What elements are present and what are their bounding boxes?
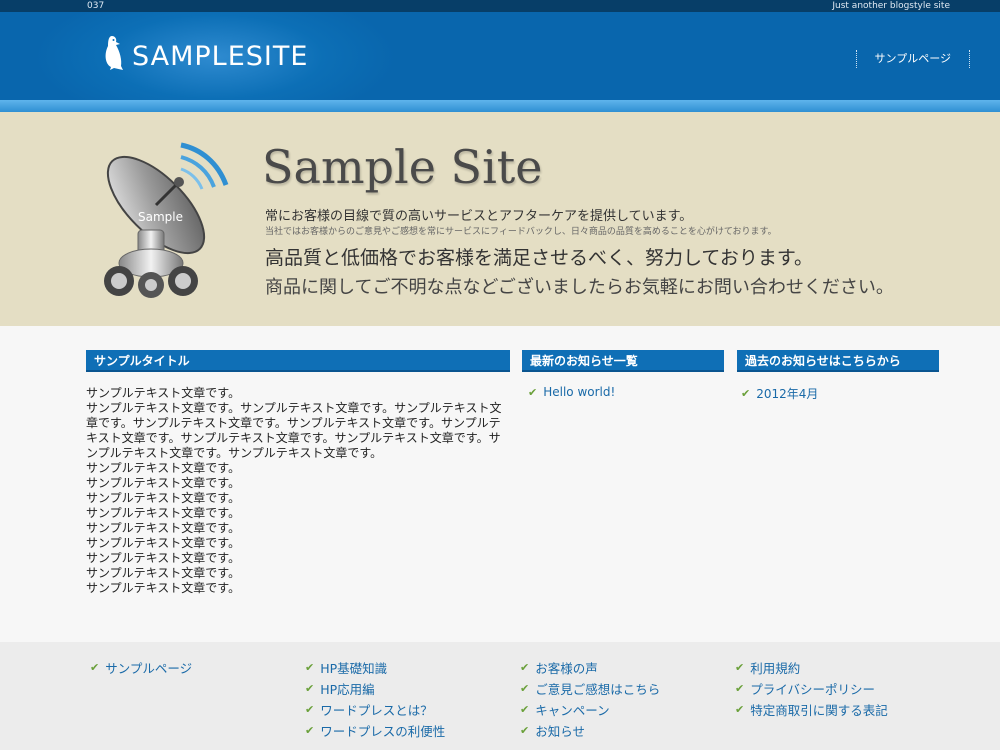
footer-links-col2: ✔ HP基礎知識 ✔ HP応用編 ✔ ワードプレスとは？ ✔ ワードプレスの利便性 [305,657,445,741]
footer-link[interactable]: ✔ お知らせ [520,720,660,741]
hero-text-4: 商品に関してご不明な点などございましたらお気軽にお問い合わせください。 [265,277,894,298]
footer-link-label[interactable]: サンプルページ [105,658,192,677]
col1-heading: サンプルタイトル [86,350,510,372]
check-icon: ✔ [528,385,538,399]
footer-link[interactable]: ✔ 特定商取引に関する表記 [735,699,888,720]
archive-list: ✔ 2012年4月 [741,385,818,402]
check-icon: ✔ [305,661,315,674]
latest-news-list: ✔ Hello world! [528,385,615,399]
header-band [0,100,1000,112]
hero-title: Sample Site [262,140,543,194]
main-nav: サンプルページ [855,50,970,68]
hero-text-1: 常にお客様の目線で質の高いサービスとアフターケアを提供しています。 [265,209,693,224]
hero-text-2: 当社ではお客様からのご意見やご感想を常にサービスにフィードバックし、日々商品の品… [265,227,777,237]
footer-link-label[interactable]: HP応用編 [320,679,374,698]
nav-separator [969,50,970,68]
nav-item-sample-page[interactable]: サンプルページ [857,50,969,68]
logo-text: SAMPLESITE [132,41,309,72]
archive-heading: 過去のお知らせはこちらから [737,350,939,372]
footer-link-label[interactable]: キャンペーン [535,700,609,719]
footer-link[interactable]: ✔ ワードプレスとは？ [305,699,445,720]
check-icon: ✔ [520,703,530,716]
text-paragraph: サンプルテキスト文章です。 [86,581,241,595]
footer-link[interactable]: ✔ ワードプレスの利便性 [305,720,445,741]
footer-link[interactable]: ✔ HP基礎知識 [305,657,445,678]
footer-link[interactable]: ✔ ご意見ご感想はこちら [520,678,660,699]
footer-link-label[interactable]: お知らせ [535,721,585,740]
sample-text-block: サンプルテキスト文章です。 サンプルテキスト文章です。サンプルテキスト文章です。… [86,386,508,596]
text-paragraph: サンプルテキスト文章です。 [86,566,241,580]
check-icon: ✔ [520,724,530,737]
footer-link-label[interactable]: HP基礎知識 [320,658,387,677]
check-icon: ✔ [305,682,315,695]
check-icon: ✔ [520,682,530,695]
footer-link[interactable]: ✔ お客様の声 [520,657,660,678]
text-paragraph: サンプルテキスト文章です。 [86,491,241,505]
footer-link[interactable]: ✔ キャンペーン [520,699,660,720]
text-paragraph: サンプルテキスト文章です。サンプルテキスト文章です。サンプルテキスト文章です。サ… [86,401,502,460]
footer-links-col1: ✔ サンプルページ [90,657,192,678]
text-paragraph: サンプルテキスト文章です。 [86,521,241,535]
footer-link-label[interactable]: お客様の声 [535,658,598,677]
check-icon: ✔ [305,724,315,737]
hero-text-3: 高品質と低価格でお客様を満足させるべく、努力しております。 [265,247,813,269]
check-icon: ✔ [735,682,745,695]
footer-link[interactable]: ✔ プライバシーポリシー [735,678,888,699]
check-icon: ✔ [90,661,100,674]
footer-link[interactable]: ✔ HP応用編 [305,678,445,699]
dish-label: Sample [138,210,183,224]
site-number: 037 [87,1,105,11]
text-paragraph: サンプルテキスト文章です。 [86,476,241,490]
footer-link-label[interactable]: ワードプレスの利便性 [320,721,445,740]
check-icon: ✔ [305,703,315,716]
hero-zigzag-edge [0,320,1000,332]
footer-link[interactable]: ✔ サンプルページ [90,657,192,678]
check-icon: ✔ [735,661,745,674]
footer-link-label[interactable]: ご意見ご感想はこちら [535,679,660,698]
footer-links-col3: ✔ お客様の声 ✔ ご意見ご感想はこちら ✔ キャンペーン ✔ お知らせ [520,657,660,741]
check-icon: ✔ [520,661,530,674]
footer-link-label[interactable]: ワードプレスとは？ [320,700,433,719]
text-paragraph: サンプルテキスト文章です。 [86,386,241,400]
footer-link-label[interactable]: 特定商取引に関する表記 [750,700,888,719]
list-item[interactable]: ✔ Hello world! [528,385,615,399]
news-link[interactable]: Hello world! [543,385,615,399]
text-paragraph: サンプルテキスト文章です。 [86,536,241,550]
penguin-logo-icon [105,36,123,70]
footer-link-label[interactable]: 利用規約 [750,658,800,677]
footer-links-col4: ✔ 利用規約 ✔ プライバシーポリシー ✔ 特定商取引に関する表記 [735,657,888,720]
text-paragraph: サンプルテキスト文章です。 [86,551,241,565]
footer-link-label[interactable]: プライバシーポリシー [750,679,875,698]
text-paragraph: サンプルテキスト文章です。 [86,461,241,475]
footer-link[interactable]: ✔ 利用規約 [735,657,888,678]
site-logo[interactable]: SAMPLESITE [100,34,308,72]
list-item[interactable]: ✔ 2012年4月 [741,385,818,402]
archive-link[interactable]: 2012年4月 [756,385,818,402]
check-icon: ✔ [735,703,745,716]
text-paragraph: サンプルテキスト文章です。 [86,506,241,520]
site-header: SAMPLESITE サンプルページ [0,12,1000,100]
check-icon: ✔ [741,387,751,400]
site-tagline: Just another blogstyle site [832,1,950,11]
top-strip: 037 Just another blogstyle site [0,0,1000,12]
satellite-dish-icon: Sample [104,142,229,298]
latest-news-heading: 最新のお知らせ一覧 [522,350,724,372]
